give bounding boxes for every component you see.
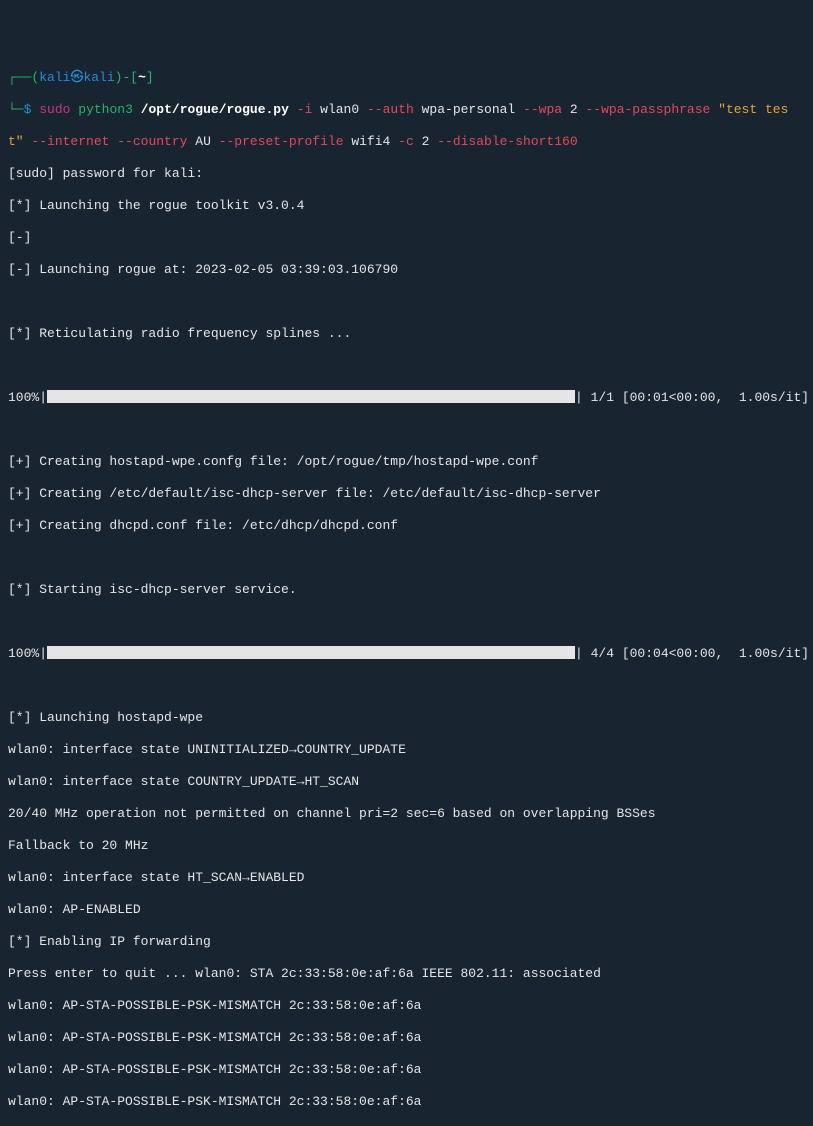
output-dash1: [-] bbox=[8, 230, 805, 246]
output-state1: wlan0: interface state UNINITIALIZED→COU… bbox=[8, 742, 805, 758]
cmd-flag-internet: --internet bbox=[31, 134, 109, 149]
output-state2: wlan0: interface state COUNTRY_UPDATE→HT… bbox=[8, 774, 805, 790]
progress-fill-2 bbox=[47, 646, 575, 659]
output-launch2: [-] Launching rogue at: 2023-02-05 03:39… bbox=[8, 262, 805, 278]
prompt-close: )-[ bbox=[115, 70, 138, 85]
cmd-flag-short: --disable-short160 bbox=[437, 134, 577, 149]
output-creating3: [+] Creating dhcpd.conf file: /etc/dhcp/… bbox=[8, 518, 805, 534]
output-press-line[interactable]: Press enter to quit ... wlan0: STA 2c:33… bbox=[8, 966, 805, 982]
output-blank1 bbox=[8, 294, 805, 310]
prompt-host: kali bbox=[83, 70, 114, 85]
output-blank2 bbox=[8, 358, 805, 374]
prompt-bracket: ] bbox=[146, 70, 154, 85]
output-launch-hostapd: [*] Launching hostapd-wpe bbox=[8, 710, 805, 726]
output-state3: wlan0: interface state HT_SCAN→ENABLED bbox=[8, 870, 805, 886]
output-creating1: [+] Creating hostapd-wpe.confg file: /op… bbox=[8, 454, 805, 470]
prog1-pct: 100%| bbox=[8, 390, 47, 405]
prompt-line-2[interactable]: └─$ sudo python3 /opt/rogue/rogue.py -i … bbox=[8, 102, 805, 118]
prompt-corner: ┌──( bbox=[8, 70, 39, 85]
output-mismatch4: wlan0: AP-STA-POSSIBLE-PSK-MISMATCH 2c:3… bbox=[8, 1094, 805, 1110]
cmd-python: python3 bbox=[78, 102, 133, 117]
prog2-end: | 4/4 [00:04<00:00, 1.00s/it] bbox=[575, 646, 809, 661]
cmd-flag-preset: --preset-profile bbox=[219, 134, 344, 149]
cmd-flag-c: -c bbox=[398, 134, 414, 149]
output-fallback: Fallback to 20 MHz bbox=[8, 838, 805, 854]
cmd-flag-pass: --wpa-passphrase bbox=[586, 102, 711, 117]
prompt-line-1: ┌──(kali㉿kali)-[~] bbox=[8, 70, 805, 86]
output-launch1: [*] Launching the rogue toolkit v3.0.4 bbox=[8, 198, 805, 214]
output-blank6 bbox=[8, 678, 805, 694]
output-apenabled: wlan0: AP-ENABLED bbox=[8, 902, 805, 918]
progress-fill-1 bbox=[47, 390, 575, 403]
cmd-auth: wpa-personal bbox=[422, 102, 516, 117]
prog2-pct: 100%| bbox=[8, 646, 47, 661]
cmd-flag-country: --country bbox=[117, 134, 187, 149]
cmd-flag-wpa: --wpa bbox=[523, 102, 562, 117]
progress-bar-1: 100%|| 1/1 [00:01<00:00, 1.00s/it] bbox=[8, 390, 805, 406]
output-reticulating: [*] Reticulating radio frequency splines… bbox=[8, 326, 805, 342]
prompt-sep: ㉿ bbox=[70, 70, 83, 85]
output-mismatch1: wlan0: AP-STA-POSSIBLE-PSK-MISMATCH 2c:3… bbox=[8, 998, 805, 1014]
output-notpermitted: 20/40 MHz operation not permitted on cha… bbox=[8, 806, 805, 822]
output-blank5 bbox=[8, 614, 805, 630]
prompt-corner2: └─ bbox=[8, 102, 24, 117]
cmd-flag-auth: --auth bbox=[367, 102, 414, 117]
prompt-user: kali bbox=[39, 70, 70, 85]
progress-bar-2: 100%|| 4/4 [00:04<00:00, 1.00s/it] bbox=[8, 646, 805, 662]
prog1-end: | 1/1 [00:01<00:00, 1.00s/it] bbox=[575, 390, 809, 405]
prompt-line-3: t" --internet --country AU --preset-prof… bbox=[8, 134, 805, 150]
output-mismatch2: wlan0: AP-STA-POSSIBLE-PSK-MISMATCH 2c:3… bbox=[8, 1030, 805, 1046]
cmd-wpa: 2 bbox=[570, 102, 578, 117]
output-sudo-prompt[interactable]: [sudo] password for kali: bbox=[8, 166, 805, 182]
cmd-country: AU bbox=[195, 134, 211, 149]
output-mismatch3: wlan0: AP-STA-POSSIBLE-PSK-MISMATCH 2c:3… bbox=[8, 1062, 805, 1078]
cmd-sudo: sudo bbox=[39, 102, 70, 117]
prompt-path: ~ bbox=[138, 70, 146, 85]
output-assoc: wlan0: STA 2c:33:58:0e:af:6a IEEE 802.11… bbox=[195, 966, 601, 981]
output-press: Press enter to quit ... bbox=[8, 966, 195, 981]
cmd-pass1: "test tes bbox=[718, 102, 788, 117]
output-creating2: [+] Creating /etc/default/isc-dhcp-serve… bbox=[8, 486, 805, 502]
output-blank3 bbox=[8, 422, 805, 438]
cmd-pass2: t" bbox=[8, 134, 24, 149]
cmd-script: /opt/rogue/rogue.py bbox=[141, 102, 289, 117]
cmd-flag-i: -i bbox=[297, 102, 313, 117]
output-blank4 bbox=[8, 550, 805, 566]
cmd-preset: wifi4 bbox=[351, 134, 390, 149]
output-starting: [*] Starting isc-dhcp-server service. bbox=[8, 582, 805, 598]
cmd-iface: wlan0 bbox=[320, 102, 359, 117]
output-ipfwd: [*] Enabling IP forwarding bbox=[8, 934, 805, 950]
